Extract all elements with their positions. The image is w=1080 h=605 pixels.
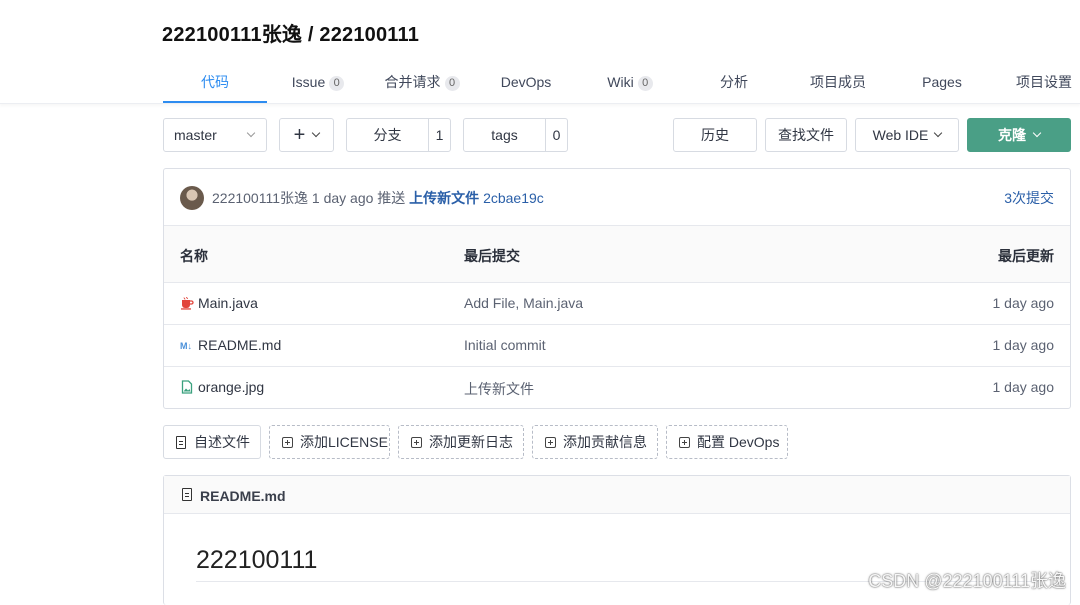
chevron-down-icon bbox=[934, 128, 943, 138]
web-ide-label: Web IDE bbox=[872, 127, 929, 143]
tab-label: Issue bbox=[291, 74, 326, 90]
tab-settings[interactable]: 项目设置 bbox=[1008, 62, 1080, 103]
clone-button[interactable]: 克隆 bbox=[967, 118, 1071, 152]
commit-sha-link[interactable]: 2cbae19c bbox=[483, 190, 544, 206]
last-commit-info: 222100111张逸 1 day ago 推送 上传新文件 2cbae19c bbox=[212, 188, 544, 208]
file-browser: 222100111张逸 1 day ago 推送 上传新文件 2cbae19c … bbox=[163, 168, 1071, 409]
chevron-down-icon bbox=[312, 128, 321, 138]
file-updated-time: 1 day ago bbox=[992, 337, 1055, 353]
table-row[interactable]: orange.jpg 上传新文件 1 day ago bbox=[164, 366, 1070, 408]
column-header-last-update: 最后更新 bbox=[998, 248, 1054, 264]
tab-merge-requests[interactable]: 合并请求 0 bbox=[372, 62, 472, 103]
file-icon bbox=[182, 488, 192, 501]
tab-label: 代码 bbox=[201, 74, 229, 90]
markdown-file-icon: M↓ bbox=[180, 341, 192, 351]
tags-button[interactable]: tags 0 bbox=[463, 118, 568, 152]
table-row[interactable]: Main.java Add File, Main.java 1 day ago bbox=[164, 282, 1070, 324]
tags-count: 0 bbox=[545, 119, 567, 151]
tab-count-badge: 0 bbox=[444, 76, 460, 91]
tab-pages[interactable]: Pages bbox=[912, 62, 972, 103]
configure-devops-label: 配置 DevOps bbox=[697, 434, 780, 450]
tags-label: tags bbox=[491, 127, 518, 143]
branch-select-value: master bbox=[174, 127, 217, 143]
chevron-down-icon bbox=[1032, 128, 1042, 138]
plus-square-icon bbox=[545, 436, 556, 448]
file-name-cell[interactable]: M↓ README.md bbox=[180, 337, 281, 353]
avatar[interactable] bbox=[180, 186, 204, 210]
table-row[interactable]: M↓ README.md Initial commit 1 day ago bbox=[164, 324, 1070, 366]
tab-label: Pages bbox=[922, 74, 962, 90]
add-license-label: 添加LICENSE bbox=[300, 434, 388, 450]
plus-square-icon bbox=[679, 436, 690, 448]
table-header: 名称 最后提交 最后更新 bbox=[164, 225, 1070, 282]
tab-wiki[interactable]: Wiki 0 bbox=[594, 62, 666, 103]
column-header-name: 名称 bbox=[180, 248, 208, 264]
commit-author[interactable]: 222100111张逸 bbox=[212, 190, 308, 206]
add-contributing-label: 添加贡献信息 bbox=[563, 434, 647, 450]
add-changelog-button[interactable]: 添加更新日志 bbox=[398, 425, 524, 459]
readme-file-title: README.md bbox=[182, 488, 286, 504]
file-name-cell[interactable]: orange.jpg bbox=[180, 379, 264, 395]
image-file-icon bbox=[181, 380, 193, 394]
clone-label: 克隆 bbox=[998, 127, 1026, 143]
tab-label: Wiki bbox=[607, 74, 634, 90]
branches-label: 分支 bbox=[373, 127, 402, 143]
branches-button[interactable]: 分支 1 bbox=[346, 118, 451, 152]
file-updated-time: 1 day ago bbox=[992, 295, 1055, 311]
plus-icon: + bbox=[293, 123, 306, 146]
tab-issue[interactable]: Issue 0 bbox=[278, 62, 358, 103]
tab-code[interactable]: 代码 bbox=[163, 62, 267, 103]
readme-button[interactable]: 自述文件 bbox=[163, 425, 261, 459]
java-file-icon bbox=[181, 296, 194, 310]
file-commit-message[interactable]: 上传新文件 bbox=[464, 379, 534, 399]
plus-square-icon bbox=[411, 436, 422, 448]
history-button[interactable]: 历史 bbox=[673, 118, 757, 152]
file-name-cell[interactable]: Main.java bbox=[180, 295, 258, 311]
file-name: README.md bbox=[198, 337, 282, 353]
find-file-button[interactable]: 查找文件 bbox=[765, 118, 847, 152]
commit-message-link[interactable]: 上传新文件 bbox=[409, 190, 479, 206]
web-ide-button[interactable]: Web IDE bbox=[855, 118, 959, 152]
configure-devops-button[interactable]: 配置 DevOps bbox=[666, 425, 788, 459]
tab-count-badge: 0 bbox=[637, 76, 653, 91]
watermark: CSDN @222100111张逸 bbox=[868, 571, 1066, 591]
tab-label: DevOps bbox=[500, 74, 552, 90]
file-name: orange.jpg bbox=[198, 379, 265, 395]
column-header-last-commit: 最后提交 bbox=[464, 248, 520, 264]
tab-label: 项目设置 bbox=[1016, 74, 1072, 90]
readme-filename: README.md bbox=[200, 488, 286, 504]
file-commit-message[interactable]: Initial commit bbox=[464, 337, 546, 353]
add-license-button[interactable]: 添加LICENSE bbox=[269, 425, 390, 459]
tab-label: 分析 bbox=[720, 74, 748, 90]
commit-action: 推送 bbox=[377, 190, 406, 206]
branches-count: 1 bbox=[428, 119, 450, 151]
tab-label: 项目成员 bbox=[810, 74, 866, 90]
add-dropdown-button[interactable]: + bbox=[279, 118, 334, 152]
tab-count-badge: 0 bbox=[329, 76, 345, 91]
repo-title: 222100111张逸 / 222100111 bbox=[162, 24, 420, 46]
chevron-down-icon bbox=[246, 128, 256, 138]
project-tabs: 代码 Issue 0 合并请求 0 DevOps Wiki 0 分析 项目成员 Pag… bbox=[0, 62, 1080, 104]
add-contributing-button[interactable]: 添加贡献信息 bbox=[532, 425, 658, 459]
readme-heading: 222100111 bbox=[196, 546, 318, 574]
file-name: Main.java bbox=[198, 295, 258, 311]
readme-header: README.md bbox=[164, 476, 1070, 514]
file-commit-message[interactable]: Add File, Main.java bbox=[464, 295, 583, 311]
readme-button-label: 自述文件 bbox=[194, 434, 250, 450]
file-updated-time: 1 day ago bbox=[992, 379, 1055, 395]
tab-members[interactable]: 项目成员 bbox=[800, 62, 876, 103]
tab-analytics[interactable]: 分析 bbox=[706, 62, 762, 103]
commit-time: 1 day ago bbox=[311, 190, 374, 206]
tab-label: 合并请求 bbox=[384, 74, 441, 90]
tab-devops[interactable]: DevOps bbox=[490, 62, 562, 103]
branch-select[interactable]: master bbox=[163, 118, 267, 152]
commit-count-link[interactable]: 3次提交 bbox=[1004, 188, 1054, 208]
add-changelog-label: 添加更新日志 bbox=[429, 434, 513, 450]
file-icon bbox=[176, 435, 186, 449]
plus-square-icon bbox=[282, 436, 293, 448]
